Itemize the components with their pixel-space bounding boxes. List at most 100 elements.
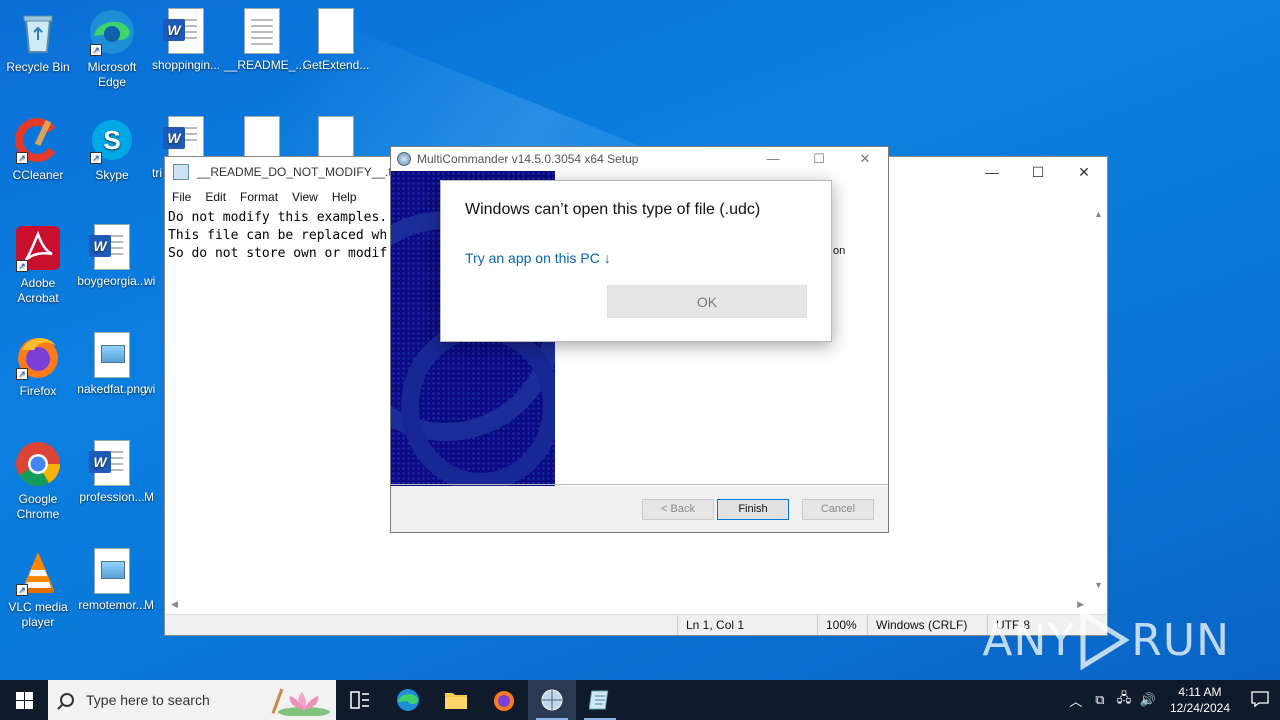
firefox-icon [494, 691, 514, 711]
desktop-icon-readme[interactable]: __README_... [224, 8, 306, 73]
desktop-icon-shoppingin[interactable]: W shoppingin... [148, 8, 224, 73]
search-icon [60, 693, 74, 707]
blank-file-icon [318, 8, 354, 54]
taskbar-edge[interactable] [384, 680, 432, 720]
finish-button[interactable]: Finish [717, 499, 789, 520]
setup-partial-text: on [833, 245, 846, 257]
desktop-icon-label: nakedfat.png [77, 382, 147, 396]
horizontal-scrollbar[interactable]: ◀ ▶ [165, 597, 1090, 614]
anyrun-watermark: ANY RUN [982, 610, 1230, 670]
volume-icon[interactable]: 🔊 [1136, 692, 1160, 708]
notepad-icon [589, 690, 609, 710]
text-file-icon [244, 8, 280, 54]
minimize-button[interactable]: — [750, 147, 796, 171]
taskbar-firefox[interactable] [480, 680, 528, 720]
setup-globe-icon [541, 689, 563, 711]
network-icon[interactable]: 🖧 [1112, 689, 1136, 711]
menu-file[interactable]: File [165, 187, 198, 207]
scroll-down-icon[interactable]: ▼ [1090, 580, 1107, 597]
menu-edit[interactable]: Edit [198, 187, 233, 207]
notification-icon [1251, 690, 1269, 707]
desktop-icon-label: Firefox [19, 384, 57, 398]
desktop-icon-microsoft-edge[interactable]: ↗ Microsoft Edge [74, 8, 150, 90]
taskbar-search[interactable]: Type here to search [48, 680, 336, 720]
desktop-icon-label: shoppingin... [151, 58, 221, 72]
task-view-button[interactable] [336, 680, 384, 720]
search-placeholder: Type here to search [86, 692, 210, 708]
ok-button[interactable]: OK [607, 285, 807, 318]
desktop-icon-adobe-acrobat[interactable]: ↗ Adobe Acrobat [0, 224, 76, 306]
play-logo-icon [1080, 610, 1131, 670]
desktop-icon-boygeorgia[interactable]: W boygeorgia... [74, 224, 150, 289]
scroll-left-icon[interactable]: ◀ [171, 599, 178, 612]
taskbar-file-explorer[interactable] [432, 680, 480, 720]
meet-now-icon[interactable]: ⧉ [1088, 692, 1112, 708]
desktop-icon-label: GetExtend... [302, 58, 370, 72]
menu-view[interactable]: View [285, 187, 325, 207]
shortcut-arrow-icon: ↗ [16, 368, 28, 380]
word-doc-icon: W [163, 8, 204, 54]
scroll-up-icon[interactable]: ▲ [1090, 209, 1107, 226]
desktop-icon-firefox[interactable]: ↗ Firefox [0, 332, 76, 399]
watermark-text-left: ANY [982, 614, 1076, 666]
lotus-search-art-icon [271, 688, 330, 716]
desktop-icon-recycle-bin[interactable]: Recycle Bin [0, 8, 76, 75]
cancel-button[interactable]: Cancel [802, 499, 874, 520]
vlc-icon: ↗ [14, 548, 62, 596]
clock[interactable]: 4:11 AM 12/24/2024 [1160, 684, 1240, 716]
desktop-icon-profession[interactable]: W profession... [74, 440, 150, 505]
task-view-icon [350, 691, 369, 709]
status-position: Ln 1, Col 1 [677, 615, 817, 635]
setup-title: MultiCommander v14.5.0.3054 x64 Setup [417, 152, 639, 166]
status-line-ending: Windows (CRLF) [867, 615, 987, 635]
menu-help[interactable]: Help [325, 187, 364, 207]
shortcut-arrow-icon: ↗ [16, 584, 28, 596]
maximize-button[interactable]: ☐ [1015, 157, 1061, 187]
notepad-statusbar: Ln 1, Col 1 100% Windows (CRLF) UTF-8 [165, 614, 1107, 635]
start-button[interactable] [0, 680, 48, 720]
chrome-icon [14, 440, 62, 488]
desktop-icon-label: VLC media player [8, 600, 68, 629]
desktop-icon-google-chrome[interactable]: Google Chrome [0, 440, 76, 522]
desktop-icon-remotemor[interactable]: remotemor... [74, 548, 150, 613]
open-with-dialog: Windows can’t open this type of file (.u… [440, 180, 832, 342]
taskbar: Type here to search ︿ ⧉ 🖧 🔊 4:11 AM 12/2… [0, 680, 1280, 720]
desktop-icon-ccleaner[interactable]: ↗ CCleaner [0, 116, 76, 183]
image-file-icon [94, 332, 130, 378]
desktop-icon-getextend[interactable]: GetExtend... [298, 8, 374, 73]
svg-text:S: S [103, 125, 120, 155]
skype-icon: S ↗ [88, 116, 136, 164]
shortcut-arrow-icon: ↗ [90, 152, 102, 164]
shortcut-arrow-icon: ↗ [16, 152, 28, 164]
chevron-up-icon[interactable]: ︿ [1064, 691, 1088, 710]
ccleaner-icon: ↗ [14, 116, 62, 164]
close-button[interactable]: ✕ [1061, 157, 1107, 187]
word-doc-icon: W [89, 440, 130, 486]
setup-globe-icon [397, 152, 411, 166]
menu-format[interactable]: Format [233, 187, 285, 207]
desktop-icon-vlc[interactable]: ↗ VLC media player [0, 548, 76, 630]
folder-icon [445, 693, 467, 709]
close-button[interactable]: ✕ [842, 147, 888, 171]
try-app-link[interactable]: Try an app on this PC ↓ [465, 250, 611, 266]
setup-footer: < Back Finish Cancel [391, 484, 888, 532]
status-zoom: 100% [817, 615, 867, 635]
desktop-icon-label: Microsoft Edge [87, 60, 137, 89]
desktop-icon-nakedfat[interactable]: nakedfat.png [74, 332, 150, 397]
word-doc-icon: W [89, 224, 130, 270]
desktop-icon-label: Recycle Bin [6, 60, 70, 74]
desktop-icon-skype[interactable]: S ↗ Skype [74, 116, 150, 183]
taskbar-multicommander-setup[interactable] [528, 680, 576, 720]
notepad-icon [173, 164, 189, 180]
vertical-scrollbar[interactable]: ▲ ▼ [1090, 209, 1107, 597]
image-file-icon [94, 548, 130, 594]
notification-center-button[interactable] [1240, 690, 1280, 710]
watermark-text-right: RUN [1131, 614, 1230, 666]
desktop-icon-label: __README_... [224, 58, 306, 72]
taskbar-notepad[interactable] [576, 680, 624, 720]
desktop-icon-label: Skype [95, 168, 129, 182]
dialog-title: Windows can’t open this type of file (.u… [465, 201, 761, 218]
system-tray: ︿ ⧉ 🖧 🔊 4:11 AM 12/24/2024 [1064, 680, 1280, 720]
minimize-button[interactable]: — [969, 157, 1015, 187]
back-button[interactable]: < Back [642, 499, 714, 520]
